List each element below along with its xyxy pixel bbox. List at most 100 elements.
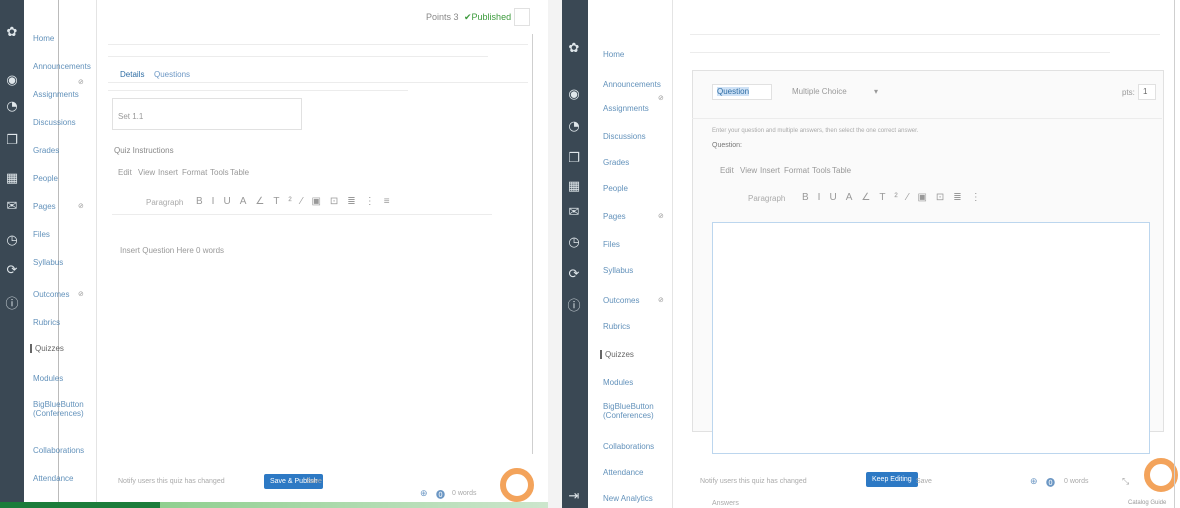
superscript-icon[interactable]: T² (879, 192, 906, 203)
highlight-icon[interactable]: ∠ (255, 196, 273, 207)
editor-menu-tools[interactable]: Tools (812, 166, 831, 175)
course-nav-bigbluebutton[interactable]: BigBlueButton (Conferences) (33, 400, 91, 418)
account-icon[interactable]: ◉ (565, 86, 583, 104)
embed-icon[interactable]: ≣ (953, 192, 970, 203)
editor-menu-edit[interactable]: Edit (720, 166, 734, 175)
editor-menu-table[interactable]: Table (832, 166, 851, 175)
course-nav-new-analytics[interactable]: New Analytics (603, 494, 653, 503)
calendar-icon[interactable]: ▦ (565, 178, 583, 196)
inbox-icon[interactable]: ✉ (565, 204, 583, 222)
course-nav-bigbluebutton[interactable]: BigBlueButton (Conferences) (603, 402, 667, 420)
course-nav-files[interactable]: Files (33, 230, 50, 239)
commons-icon[interactable]: ⟳ (565, 266, 583, 284)
question-type-select[interactable]: Multiple Choice (792, 87, 847, 96)
chevron-down-icon[interactable]: ▾ (874, 87, 878, 96)
course-nav-rubrics[interactable]: Rubrics (33, 318, 60, 327)
course-nav-announcements[interactable]: Announcements (33, 62, 91, 71)
inbox-icon[interactable]: ✉ (3, 198, 21, 216)
course-nav-syllabus[interactable]: Syllabus (603, 266, 633, 275)
history-icon[interactable]: ◷ (565, 234, 583, 252)
course-nav-modules[interactable]: Modules (603, 378, 633, 387)
course-nav-discussions[interactable]: Discussions (33, 118, 76, 127)
editor-menu-view[interactable]: View (138, 168, 155, 177)
courses-icon[interactable]: ❐ (3, 132, 21, 150)
italic-icon[interactable]: I (212, 196, 224, 207)
dashboard-icon[interactable]: ◔ (3, 98, 21, 116)
course-nav-home[interactable]: Home (603, 50, 624, 59)
text-color-icon[interactable]: A (846, 192, 862, 203)
course-nav-attendance[interactable]: Attendance (603, 468, 643, 477)
course-nav-quizzes[interactable]: Quizzes (30, 344, 64, 353)
list-icon[interactable]: ⋮ (365, 196, 384, 207)
link-icon[interactable]: ⁄ (301, 196, 312, 207)
assistant-ring-icon[interactable] (1144, 458, 1178, 492)
help-icon[interactable]: ⓘ (3, 296, 21, 314)
course-nav-announcements[interactable]: Announcements (603, 80, 661, 89)
course-nav-outcomes[interactable]: Outcomes (33, 290, 69, 299)
course-nav-quizzes[interactable]: Quizzes (600, 350, 634, 359)
account-icon[interactable]: ◉ (3, 72, 21, 90)
course-nav-collaborations[interactable]: Collaborations (603, 442, 654, 451)
course-nav-home[interactable]: Home (33, 34, 54, 43)
underline-icon[interactable]: U (223, 196, 239, 207)
assistant-ring-icon[interactable] (500, 468, 534, 502)
accessibility-icon[interactable]: ⊕ (420, 488, 428, 499)
keyboard-icon[interactable]: ⓿ (1046, 476, 1055, 489)
text-color-icon[interactable]: A (240, 196, 256, 207)
link-icon[interactable]: ⁄ (907, 192, 918, 203)
image-icon[interactable]: ▣ (917, 192, 935, 203)
course-nav-discussions[interactable]: Discussions (603, 132, 646, 141)
gear-icon[interactable]: ✿ (3, 24, 21, 42)
course-nav-people[interactable]: People (33, 174, 58, 183)
course-nav-modules[interactable]: Modules (33, 374, 63, 383)
course-nav-pages[interactable]: Pages (33, 202, 56, 211)
tab-questions[interactable]: Questions (154, 70, 190, 79)
keep-editing-button[interactable]: Keep Editing (866, 472, 918, 487)
bold-icon[interactable]: B (196, 196, 212, 207)
editor-menu-insert[interactable]: Insert (158, 168, 178, 177)
editor-menu-insert[interactable]: Insert (760, 166, 780, 175)
underline-icon[interactable]: U (829, 192, 845, 203)
paragraph-select[interactable]: Paragraph (146, 198, 183, 207)
page-scrollbar[interactable] (1174, 0, 1175, 508)
italic-icon[interactable]: I (818, 192, 830, 203)
course-nav-people[interactable]: People (603, 184, 628, 193)
course-nav-assignments[interactable]: Assignments (603, 104, 649, 113)
course-nav-rubrics[interactable]: Rubrics (603, 322, 630, 331)
accessibility-icon[interactable]: ⊕ (1030, 476, 1038, 487)
courses-icon[interactable]: ❐ (565, 150, 583, 168)
more-menu-button[interactable] (514, 8, 530, 26)
gear-icon[interactable]: ✿ (565, 40, 583, 58)
course-nav-collaborations[interactable]: Collaborations (33, 446, 84, 455)
dashboard-icon[interactable]: ◔ (565, 118, 583, 136)
published-status[interactable]: ✔Published (464, 12, 511, 23)
paragraph-select[interactable]: Paragraph (748, 194, 785, 203)
highlight-icon[interactable]: ∠ (861, 192, 879, 203)
superscript-icon[interactable]: T² (273, 196, 300, 207)
points-input[interactable]: 1 (1138, 84, 1156, 100)
course-nav-grades[interactable]: Grades (33, 146, 59, 155)
page-scrollbar[interactable] (532, 34, 533, 454)
question-name-input[interactable]: Question (712, 84, 772, 100)
history-icon[interactable]: ◷ (3, 232, 21, 250)
editor-menu-format[interactable]: Format (784, 166, 809, 175)
editor-menu-view[interactable]: View (740, 166, 757, 175)
course-nav-files[interactable]: Files (603, 240, 620, 249)
bold-icon[interactable]: B (802, 192, 818, 203)
course-nav-attendance[interactable]: Attendance (33, 474, 73, 483)
save-button[interactable]: Save (306, 478, 322, 485)
question-body-editor[interactable] (712, 222, 1150, 454)
more-icon[interactable]: ⋮ (971, 192, 990, 203)
calendar-icon[interactable]: ▦ (3, 170, 21, 188)
align-icon[interactable]: ≡ (384, 196, 399, 207)
editor-menu-edit[interactable]: Edit (118, 168, 132, 177)
media-icon[interactable]: ⊡ (330, 196, 347, 207)
catalog-guide-link[interactable]: Catalog Guide (1128, 500, 1166, 506)
course-nav-assignments[interactable]: Assignments (33, 90, 79, 99)
editor-menu-tools[interactable]: Tools (210, 168, 229, 177)
embed-icon[interactable]: ≣ (347, 196, 364, 207)
save-button[interactable]: Save (916, 478, 932, 485)
course-nav-syllabus[interactable]: Syllabus (33, 258, 63, 267)
resize-icon[interactable]: ⤡ (1122, 476, 1129, 487)
editor-menu-table[interactable]: Table (230, 168, 249, 177)
